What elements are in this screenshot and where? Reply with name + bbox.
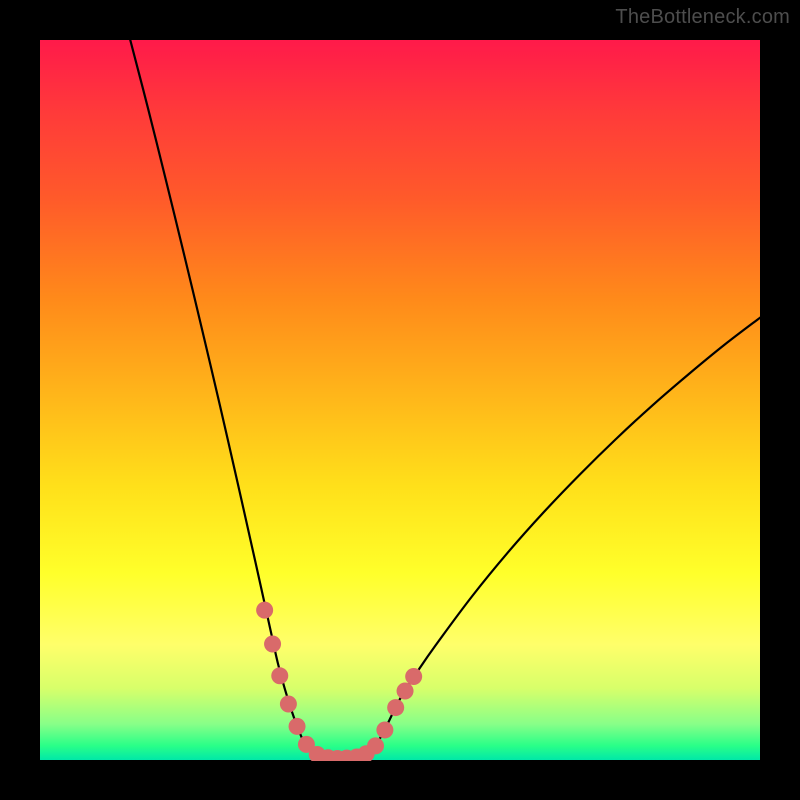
watermark-text: TheBottleneck.com bbox=[615, 6, 790, 29]
plot-background bbox=[40, 40, 760, 760]
chart-frame: TheBottleneck.com bbox=[0, 0, 800, 800]
